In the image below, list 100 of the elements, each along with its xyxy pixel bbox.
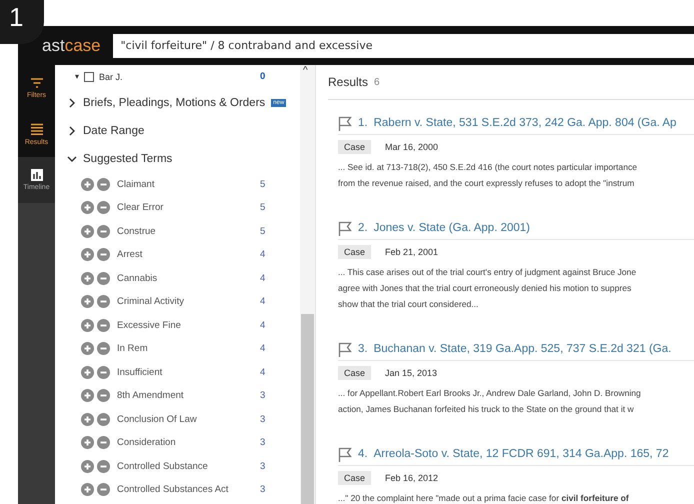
plus-icon[interactable] bbox=[81, 436, 94, 450]
case-title-link[interactable]: Buchanan v. State, 319 Ga.App. 525, 737 S.E.2d 321 (Ga. bbox=[374, 343, 672, 355]
term-label[interactable]: Clear Error bbox=[117, 202, 257, 214]
minus-icon[interactable] bbox=[97, 272, 110, 285]
flag-icon[interactable] bbox=[338, 342, 352, 356]
case-type-tag: Case bbox=[338, 471, 372, 485]
term-count: 5 bbox=[260, 226, 266, 237]
term-label[interactable]: Criminal Activity bbox=[117, 296, 257, 308]
bar-chart-icon bbox=[30, 169, 42, 181]
term-count: 4 bbox=[260, 366, 266, 378]
flag-icon[interactable] bbox=[338, 116, 352, 130]
case-title-link[interactable]: Rabern v. State, 531 S.E.2d 373, 242 Ga. App. 804 (Ga. Ap bbox=[374, 117, 676, 129]
term-label[interactable]: 8th Amendment bbox=[117, 390, 257, 402]
term-label[interactable]: Claimant bbox=[117, 178, 257, 190]
case-title-link[interactable]: Jones v. State (Ga. App. 2001) bbox=[374, 222, 530, 234]
term-count: 4 bbox=[260, 320, 266, 331]
search-field[interactable]: "civil forfeiture" / 8 contraband and excessive bbox=[112, 34, 694, 58]
result-number: 4. bbox=[358, 448, 368, 460]
term-count: 4 bbox=[260, 249, 266, 260]
snippet-text: from the revenue raised, and the court expressly refuses to adopt the "instrum bbox=[338, 177, 636, 190]
term-label[interactable]: Arrest bbox=[117, 249, 257, 260]
term-label[interactable]: Insufficient bbox=[117, 366, 257, 378]
step-number-badge: 1 bbox=[0, 0, 44, 44]
minus-icon[interactable] bbox=[97, 224, 110, 238]
minus-icon[interactable] bbox=[97, 248, 110, 262]
term-count: 3 bbox=[260, 484, 266, 496]
term-count: 5 bbox=[260, 178, 266, 190]
snippet-text: action, James Buchanan forfeited his truck to the State on the ground that it w bbox=[338, 403, 635, 416]
minus-icon[interactable] bbox=[97, 436, 110, 450]
snippet-text: show that the trial court considered... bbox=[338, 298, 480, 311]
logo: astcase bbox=[42, 36, 101, 56]
snippet-text: ... This case arises out of the trial court's entry of judgment against Bruce Jone bbox=[338, 266, 638, 279]
case-title-link[interactable]: Arreola-Soto v. State, 12 FCDR 691, 314 Ga.App. 165, 72 bbox=[374, 448, 669, 460]
filter-icon bbox=[30, 77, 44, 89]
term-label[interactable]: Construe bbox=[117, 226, 257, 237]
flag-icon[interactable] bbox=[338, 446, 352, 462]
plus-icon[interactable] bbox=[81, 460, 94, 473]
filter-section-toggle[interactable]: Date Range bbox=[67, 116, 300, 144]
plus-icon[interactable] bbox=[81, 483, 94, 496]
plus-icon[interactable] bbox=[81, 342, 94, 356]
snippet-text: ... for Appellant.Robert Earl Brooks Jr., Andrew Dale Garland, John D. Browning bbox=[338, 387, 642, 400]
chevron-icon bbox=[67, 154, 77, 164]
plus-icon[interactable] bbox=[81, 248, 94, 262]
plus-icon[interactable] bbox=[81, 318, 94, 332]
minus-icon[interactable] bbox=[97, 201, 110, 214]
caret-icon: ▾ bbox=[75, 72, 79, 82]
minus-icon[interactable] bbox=[97, 412, 110, 426]
minus-icon[interactable] bbox=[97, 318, 110, 332]
plus-icon[interactable] bbox=[81, 201, 94, 214]
snippet-text: ... See id. at 713-718(2), 450 S.E.2d 416 (the court notes particular importance bbox=[338, 161, 638, 174]
term-count: 3 bbox=[260, 414, 266, 425]
term-count: 4 bbox=[260, 343, 266, 354]
term-label[interactable]: Controlled Substance bbox=[117, 460, 257, 472]
filter-label: Bar J. bbox=[99, 72, 124, 82]
case-type-tag: Case bbox=[338, 245, 372, 259]
term-label[interactable]: Controlled Substances Act bbox=[117, 484, 257, 496]
term-count: 3 bbox=[260, 390, 266, 402]
checkbox[interactable] bbox=[84, 72, 94, 82]
term-label[interactable]: Consideration bbox=[117, 437, 257, 448]
plus-icon[interactable] bbox=[81, 389, 94, 402]
minus-icon[interactable] bbox=[97, 389, 110, 402]
minus-icon[interactable] bbox=[97, 178, 110, 191]
plus-icon[interactable] bbox=[81, 412, 94, 426]
case-date: Jan 15, 2013 bbox=[385, 368, 438, 378]
minus-icon[interactable] bbox=[97, 366, 110, 379]
result-number: 3. bbox=[358, 343, 368, 355]
plus-icon[interactable] bbox=[81, 366, 94, 379]
term-label[interactable]: Excessive Fine bbox=[117, 320, 257, 331]
term-count: 5 bbox=[260, 202, 266, 214]
plus-icon[interactable] bbox=[81, 295, 94, 308]
result-number: 1. bbox=[358, 117, 368, 129]
term-label[interactable]: In Rem bbox=[117, 343, 257, 354]
chevron-icon bbox=[67, 98, 77, 108]
term-label[interactable]: Conclusion Of Law bbox=[117, 414, 257, 425]
term-count: 4 bbox=[260, 296, 266, 308]
result-number: 2. bbox=[358, 222, 368, 234]
plus-icon[interactable] bbox=[81, 224, 94, 238]
results-heading: Results bbox=[328, 75, 368, 89]
list-icon bbox=[30, 122, 44, 136]
term-label[interactable]: Cannabis bbox=[117, 272, 257, 284]
plus-icon[interactable] bbox=[81, 272, 94, 285]
results-count: 6 bbox=[374, 76, 380, 88]
scrollbar[interactable]: ^ bbox=[300, 65, 316, 504]
term-count: 3 bbox=[260, 460, 266, 472]
filter-count: 0 bbox=[260, 71, 266, 82]
term-count: 4 bbox=[260, 272, 266, 284]
case-date: Feb 16, 2012 bbox=[385, 473, 438, 483]
minus-icon[interactable] bbox=[97, 460, 110, 473]
flag-icon[interactable] bbox=[338, 220, 352, 236]
plus-icon[interactable] bbox=[81, 178, 94, 191]
case-type-tag: Case bbox=[338, 366, 372, 380]
snippet-text: ..." 20 the complaint here "made out a prima facie case for civil forfeiture of bbox=[338, 492, 630, 504]
minus-icon[interactable] bbox=[97, 483, 110, 496]
scroll-up-icon[interactable]: ^ bbox=[303, 65, 308, 76]
case-date: Feb 21, 2001 bbox=[385, 247, 438, 257]
filter-section-toggle[interactable]: Suggested Terms bbox=[67, 144, 300, 172]
case-date: Mar 16, 2000 bbox=[385, 142, 438, 152]
minus-icon[interactable] bbox=[97, 295, 110, 308]
minus-icon[interactable] bbox=[97, 342, 110, 356]
scrollbar-thumb[interactable] bbox=[301, 314, 314, 504]
